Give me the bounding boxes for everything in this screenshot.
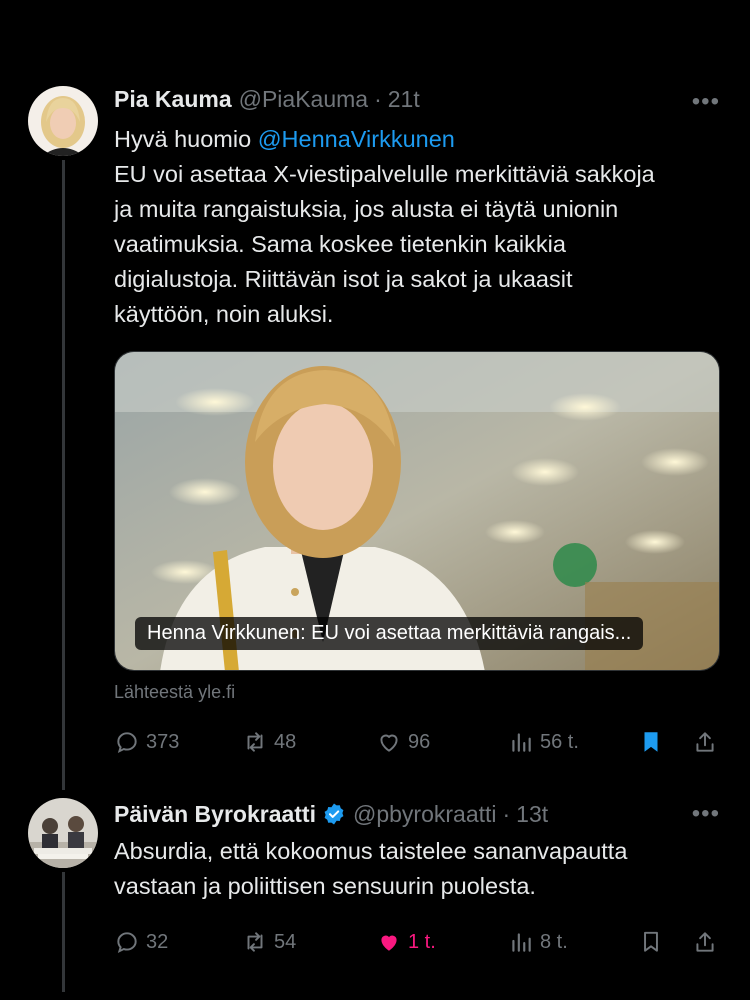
repost-count: 48 [274,730,297,753]
text-intro: Hyvä huomio [114,126,258,152]
tweet-header: Pia Kauma @PiaKauma · 21t ••• [114,86,724,120]
text-line: käyttöön, noin aluksi. [114,301,334,327]
verified-badge-icon [324,803,344,825]
action-bar: 32 54 1 t. 8 t. [114,922,724,962]
views-button[interactable]: 56 t. [508,722,579,762]
tweet-text: Absurdia, että kokoomus taistelee sananv… [114,834,724,904]
timestamp[interactable]: 21t [388,86,420,113]
tweet-text: Hyvä huomio @HennaVirkkunen EU voi asett… [114,122,724,332]
views-icon [512,933,531,952]
reply-icon [117,932,137,954]
tweet-1[interactable]: Pia Kauma @PiaKauma · 21t ••• Hyvä huomi… [0,0,750,790]
author-name[interactable]: Pia Kauma [114,86,232,113]
share-icon [696,732,714,752]
like-icon [381,935,397,951]
repost-icon [247,732,263,752]
text-line: Absurdia, että kokoomus taistelee sananv… [114,838,628,864]
like-count: 96 [408,730,431,753]
author-name[interactable]: Päivän Byrokraatti [114,801,316,828]
reply-button[interactable]: 373 [114,722,179,762]
share-button[interactable] [692,922,724,962]
text-line: vastaan ja poliittisen sensuurin puolest… [114,873,536,899]
repost-count: 54 [274,930,297,953]
repost-icon [247,932,263,952]
text-line: EU voi asettaa X-viestipalvelulle merkit… [114,161,655,187]
author-handle[interactable]: @pbyrokraatti [353,801,497,828]
author-handle[interactable]: @PiaKauma [239,86,368,113]
bookmark-button[interactable] [638,722,670,762]
action-bar: 373 48 96 56 t. [114,722,724,762]
more-icon[interactable]: ••• [692,88,720,116]
text-line: vaatimuksia. Sama koskee tietenkin kaikk… [114,231,566,257]
bookmark-icon [644,931,658,952]
repost-button[interactable]: 48 [242,722,296,762]
views-count: 56 t. [540,730,579,753]
more-icon[interactable]: ••• [692,800,720,828]
repost-button[interactable]: 54 [242,922,296,962]
card-source[interactable]: Lähteestä yle.fi [114,682,235,703]
tweet-2[interactable]: Päivän Byrokraatti @pbyrokraatti · 13t •… [0,790,750,1000]
separator-dot: · [502,801,511,827]
timestamp[interactable]: 13t [516,801,548,828]
like-button[interactable]: 1 t. [376,922,436,962]
like-button[interactable]: 96 [376,722,430,762]
share-button[interactable] [692,722,724,762]
share-icon [696,932,714,952]
link-card[interactable]: Henna Virkkunen: EU voi asettaa merkittä… [114,351,720,671]
text-line: digialustoja. Riittävän isot ja sakot ja… [114,266,573,292]
like-count: 1 t. [408,930,436,953]
mention-link[interactable]: @HennaVirkkunen [258,126,455,152]
avatar[interactable] [28,86,98,156]
tweet-header: Päivän Byrokraatti @pbyrokraatti · 13t •… [114,798,724,832]
bookmark-icon [644,732,658,752]
reply-icon [117,732,137,754]
like-icon [380,734,398,752]
reply-count: 373 [146,730,180,753]
avatar[interactable] [28,798,98,868]
views-button[interactable]: 8 t. [508,922,568,962]
reply-button[interactable]: 32 [114,922,168,962]
text-line: ja muita rangaistuksia, jos alusta ei tä… [114,196,619,222]
views-count: 8 t. [540,930,568,953]
views-icon [512,733,531,752]
bookmark-button[interactable] [638,922,670,962]
separator-dot: · [374,86,382,112]
reply-count: 32 [146,930,169,953]
card-caption: Henna Virkkunen: EU voi asettaa merkittä… [135,617,644,650]
